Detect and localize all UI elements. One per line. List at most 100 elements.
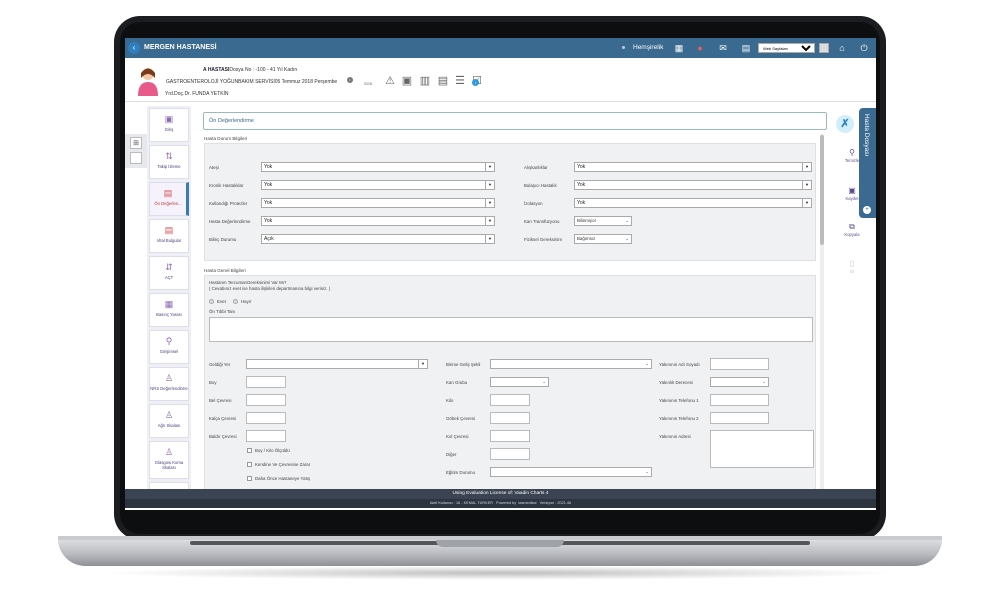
dropdown-arrow-icon: ▼ <box>802 163 811 171</box>
habits-value: Yok <box>577 164 586 170</box>
back-icon[interactable]: ‹ <box>128 42 140 54</box>
dropdown-arrow-icon: ▼ <box>418 360 427 368</box>
patient-avatar <box>138 68 158 96</box>
mail-icon[interactable]: ✉ <box>717 42 729 54</box>
chevron-down-icon: ⌄ <box>762 379 766 384</box>
chronic-dropdown[interactable]: Yok ▼ <box>261 180 495 190</box>
side-nav: ▣ Giriş ⇅ Takip İzleme ▤ Ön Değerlen... ▤ Vi… <box>147 106 191 491</box>
patient-file-tab[interactable]: Hasta Dosyası + <box>859 108 876 218</box>
nav-item-vital[interactable]: ▤ Vital Bulgular <box>149 219 189 253</box>
relative-address-textarea[interactable] <box>710 430 814 468</box>
habits-label: Alışkanlıklar <box>524 165 548 170</box>
origin-dropdown[interactable]: ▼ <box>246 359 428 369</box>
nav-item-on-degerlendirme[interactable]: ▤ Ön Değerlen... <box>149 182 189 216</box>
arrival-select[interactable]: ⌄ <box>490 359 652 369</box>
home-icon: ▣ <box>164 114 174 124</box>
arrival-label: Birime Geliş Şekli <box>446 362 481 367</box>
habits-dropdown[interactable]: Yok ▼ <box>574 162 812 172</box>
version: Versiyon : 2021.46 <box>539 501 572 505</box>
other-input[interactable] <box>490 448 530 460</box>
folder-icon[interactable]: ▤ <box>437 74 449 89</box>
powered-by: Powered by <box>496 501 517 505</box>
scroll-thumb[interactable] <box>820 135 824 245</box>
check-harm[interactable] <box>247 462 252 467</box>
relative-address-label: Yakınının Adresi <box>659 434 691 439</box>
document-icon: ▤ <box>163 188 173 198</box>
education-select[interactable]: ⌄ <box>490 467 652 477</box>
arm-input[interactable] <box>490 430 530 442</box>
notes-icon[interactable]: ▥ <box>419 74 431 89</box>
relative-phone2-input[interactable] <box>710 412 769 424</box>
app-title: MERGEN HASTANESİ <box>144 44 217 51</box>
info-icon[interactable]: i <box>347 77 353 83</box>
nav-item-giris[interactable]: ▣ Giriş <box>149 108 189 142</box>
left-toolstrip: ⊞ <box>125 134 147 168</box>
check-harm-label: Kendine Ve Çevresine Zarar <box>255 462 311 467</box>
radio-hayir-label: Hayır <box>241 299 252 304</box>
waist-label: Bel Çevresi <box>209 398 232 403</box>
delete-button[interactable]: ▯ Sil <box>837 259 867 283</box>
copy-button[interactable]: ⧉ Kopyala <box>837 222 867 246</box>
nav-item-girisimsel[interactable]: ⚲ Girişimsel <box>149 330 189 364</box>
user-alert-icon[interactable]: ● <box>694 42 706 54</box>
transfusion-select[interactable]: Bilinmiyor ⌄ <box>574 216 632 226</box>
hierarchy-icon[interactable]: ⊞ <box>130 137 142 149</box>
hip-label: Kalça Çevresi <box>209 416 237 421</box>
calf-input[interactable] <box>246 430 286 442</box>
box-icon[interactable]: ▣ <box>401 74 413 89</box>
power-icon[interactable]: ⏻ <box>858 42 870 54</box>
blood-group-label: Kan Grubu <box>446 380 468 385</box>
relation-select[interactable]: ⌄ <box>710 377 769 387</box>
relative-phone1-label: Yakınının Telefonu 1 <box>659 398 699 403</box>
fever-dropdown[interactable]: Yok ▼ <box>261 162 495 172</box>
weight-input[interactable] <box>490 394 530 406</box>
plus-icon[interactable]: + <box>863 206 871 214</box>
warning-icon[interactable]: ⚠ <box>384 74 396 89</box>
radio-evet[interactable] <box>209 299 214 304</box>
form-header: Ön Değerlendirme <box>203 112 827 130</box>
radio-hayir[interactable] <box>233 299 238 304</box>
relative-phone1-input[interactable] <box>710 394 769 406</box>
fever-value: Yok <box>264 164 273 170</box>
isolation-dropdown[interactable]: Yok ▼ <box>574 198 812 208</box>
hip-input[interactable] <box>246 412 286 424</box>
nav-item-nrs[interactable]: ♙ NRS Değerlendirme <box>149 367 189 401</box>
height-input[interactable] <box>246 376 286 388</box>
chronic-label: Kronik Hastalıklar <box>209 183 244 188</box>
section-status-title: Hasta Durum Bilgileri <box>204 136 248 141</box>
assessment-dropdown[interactable]: Yok ▼ <box>261 216 495 226</box>
relative-name-input[interactable] <box>710 358 769 370</box>
waist-input[interactable] <box>246 394 286 406</box>
nav-item-basinc[interactable]: ▦ Basınç Yarası <box>149 293 189 327</box>
help-icon[interactable]: i <box>472 79 479 86</box>
nav-item-act[interactable]: ⇵ AÇT <box>149 256 189 290</box>
check-previous-admission[interactable] <box>247 476 252 481</box>
blood-group-select[interactable]: ⌄ <box>490 377 549 387</box>
prediagnosis-textarea[interactable] <box>209 317 813 342</box>
page-select[interactable]: Web Sayfaları <box>758 43 815 53</box>
consciousness-label: Bilinç Durumu <box>209 237 237 242</box>
infectious-dropdown[interactable]: Yok ▼ <box>574 180 812 190</box>
prosthesis-dropdown[interactable]: Yok ▼ <box>261 198 495 208</box>
list-icon[interactable]: ☰ <box>454 74 466 89</box>
nav-item-agri[interactable]: ♙ Ağrı Skalası <box>149 404 189 438</box>
image-icon: ▦ <box>164 299 174 309</box>
page-go-button[interactable] <box>819 43 829 53</box>
report-icon[interactable]: ▤ <box>740 42 752 54</box>
form-header-title: Ön Değerlendirme <box>209 118 254 124</box>
home-icon[interactable]: ⌂ <box>836 42 848 54</box>
belly-label: Göbek Çevresi <box>446 416 476 421</box>
consciousness-dropdown[interactable]: Açık ▼ <box>261 234 495 244</box>
check-boy-kilo[interactable] <box>247 448 252 453</box>
calendar-icon[interactable]: ▦ <box>673 42 685 54</box>
belly-input[interactable] <box>490 412 530 424</box>
user-role[interactable]: Hemşirelik <box>633 44 663 51</box>
isolation-value: Yok <box>577 200 586 206</box>
dropdown-arrow-icon: ▼ <box>485 235 494 243</box>
laptop-shadow <box>100 566 900 580</box>
nav-item-takip[interactable]: ⇅ Takip İzleme <box>149 145 189 179</box>
physical-need-select[interactable]: Bağımsız ⌄ <box>574 234 632 244</box>
dropdown-arrow-icon: ▼ <box>485 199 494 207</box>
nav-item-glasgow[interactable]: ♙ Glasgow Koma Skalası <box>149 441 189 479</box>
panel-toggle[interactable] <box>130 152 142 164</box>
